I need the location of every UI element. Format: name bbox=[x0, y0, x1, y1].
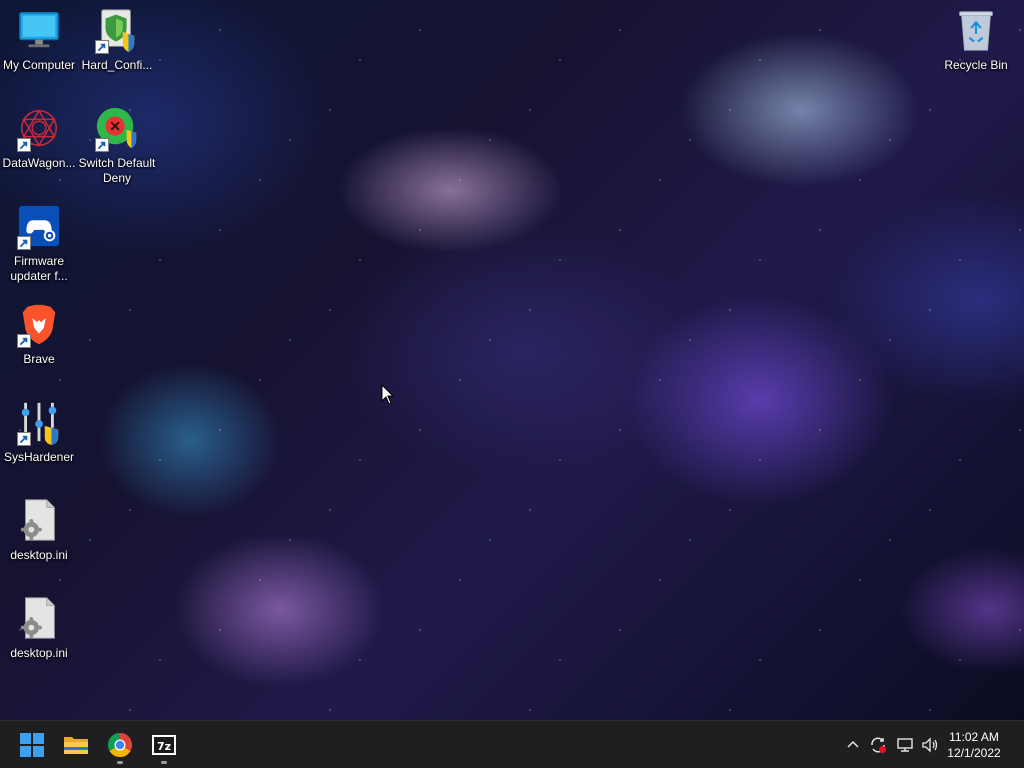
shortcut-arrow-icon bbox=[17, 236, 31, 250]
sliders-shield-icon bbox=[15, 398, 63, 446]
clock-time: 11:02 AM bbox=[949, 730, 999, 744]
7zip-button[interactable]: 7z bbox=[144, 725, 184, 765]
monitor-icon bbox=[15, 6, 63, 54]
chevron-up-icon[interactable] bbox=[843, 735, 863, 755]
windows-start-icon bbox=[20, 733, 44, 757]
desktop-icon-label: Firmware updater f... bbox=[10, 254, 68, 283]
mouse-cursor-icon bbox=[381, 384, 395, 405]
settings-file-icon bbox=[15, 594, 63, 642]
desktop-icon-desktop-ini[interactable]: desktop.ini bbox=[0, 496, 78, 563]
system-clock[interactable]: 11:02 AM 12/1/2022 bbox=[942, 729, 1006, 761]
desktop-icon-label: SysHardener bbox=[3, 450, 75, 464]
shortcut-arrow-icon bbox=[95, 40, 109, 54]
desktop-icon-label: desktop.ini bbox=[10, 646, 68, 660]
volume-icon[interactable] bbox=[920, 735, 940, 755]
desktop-icon-label: Recycle Bin bbox=[944, 58, 1008, 72]
shortcut-arrow-icon bbox=[17, 334, 31, 348]
desktop-icon-label: DataWagon... bbox=[2, 156, 76, 170]
file-explorer-button[interactable] bbox=[56, 725, 96, 765]
desktop-icon-my-computer[interactable]: My Computer bbox=[0, 6, 78, 73]
recycle-bin-icon bbox=[952, 6, 1000, 54]
chrome-button[interactable] bbox=[100, 725, 140, 765]
taskbar: 7z 11:02 AM 12/1/2022 bbox=[0, 720, 1024, 768]
desktop-icon-desktop-ini[interactable]: desktop.ini bbox=[0, 594, 78, 661]
desktop-icon-hard-configurator[interactable]: Hard_Confi... bbox=[78, 6, 156, 73]
switch-default-deny-icon bbox=[93, 104, 141, 152]
running-indicator bbox=[117, 761, 123, 764]
network-icon[interactable] bbox=[895, 735, 915, 755]
desktop-icon-brave[interactable]: Brave bbox=[0, 300, 78, 367]
shield-icon bbox=[93, 6, 141, 54]
running-indicator bbox=[161, 761, 167, 764]
desktop-icon-label: Brave bbox=[23, 352, 55, 366]
desktop-icon-label: Switch Default Deny bbox=[78, 156, 156, 185]
svg-text:7z: 7z bbox=[157, 740, 171, 753]
datawagon-icon bbox=[15, 104, 63, 152]
desktop-icon-datawagon[interactable]: DataWagon... bbox=[0, 104, 78, 171]
start-button[interactable] bbox=[12, 725, 52, 765]
desktop-icon-firmware-updater[interactable]: Firmware updater f... bbox=[0, 202, 78, 284]
desktop-wallpaper[interactable]: My Computer Hard_Confi... DataWagon... S… bbox=[0, 0, 1024, 720]
chrome-icon bbox=[107, 733, 133, 758]
shortcut-arrow-icon bbox=[95, 138, 109, 152]
7zip-icon: 7z bbox=[152, 735, 176, 755]
desktop-icon-syshardener[interactable]: SysHardener bbox=[0, 398, 78, 465]
brave-lion-icon bbox=[15, 300, 63, 348]
desktop-icon-switch-default-deny[interactable]: Switch Default Deny bbox=[78, 104, 156, 186]
clock-date: 12/1/2022 bbox=[947, 746, 1001, 760]
sync-alert-icon[interactable] bbox=[868, 735, 888, 755]
shortcut-arrow-icon bbox=[17, 138, 31, 152]
gamepad-icon bbox=[15, 202, 63, 250]
desktop-icon-label: My Computer bbox=[2, 58, 76, 72]
folder-icon bbox=[64, 737, 88, 754]
desktop-icon-label: desktop.ini bbox=[10, 548, 68, 562]
settings-file-icon bbox=[15, 496, 63, 544]
shortcut-arrow-icon bbox=[17, 432, 31, 446]
desktop-icon-label: Hard_Confi... bbox=[81, 58, 153, 72]
desktop-icon-recycle-bin[interactable]: Recycle Bin bbox=[937, 6, 1015, 73]
